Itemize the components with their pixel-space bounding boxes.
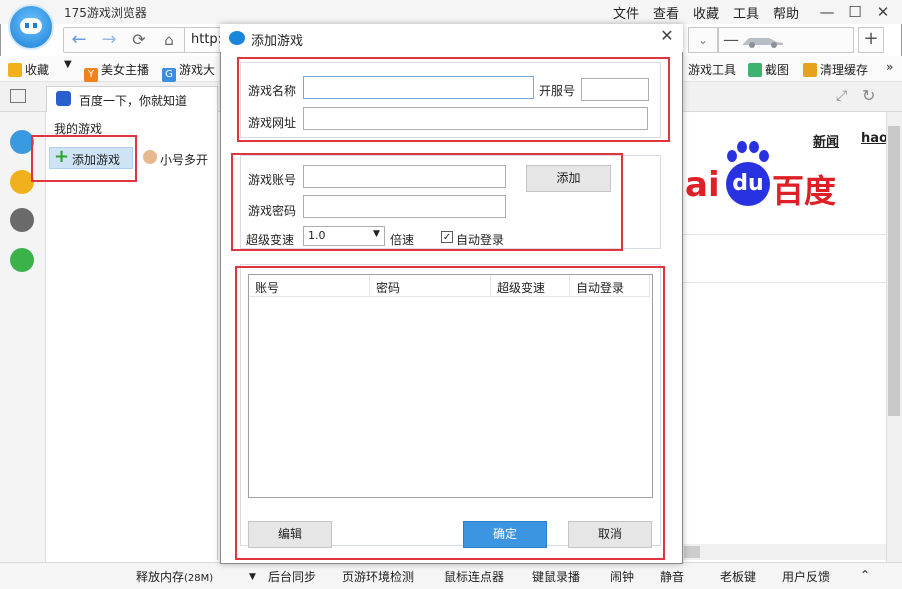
dialog-close-icon[interactable]: ✕ (657, 26, 677, 46)
maximize-icon[interactable]: ☐ (842, 1, 868, 23)
address-bar[interactable]: http: (184, 27, 224, 53)
status-env-check[interactable]: 页游环境检测 (342, 568, 414, 585)
baidu-logo-text-left: ai (685, 165, 720, 205)
status-alarm[interactable]: 闹钟 (610, 568, 634, 585)
bookmark-beauty-streams[interactable]: Y 美女主播 (84, 61, 149, 82)
status-dropdown-icon[interactable]: ▼ (249, 572, 256, 582)
highlight-game-info (237, 57, 670, 142)
close-window-icon[interactable]: ✕ (870, 1, 896, 23)
toolbar-clear-cache[interactable]: 清理缓存 (803, 61, 868, 78)
divider (682, 282, 886, 283)
history-clock-icon[interactable] (10, 208, 34, 232)
minimize-icon[interactable]: — (814, 1, 840, 23)
baidu-link-hao[interactable]: hao (861, 131, 888, 146)
tab-baidu[interactable]: 百度一下，你就知道 (46, 86, 218, 112)
menu-view[interactable]: 查看 (653, 3, 679, 22)
baidu-paw-logo: du (726, 162, 770, 206)
horizontal-scrollbar[interactable] (682, 544, 886, 560)
baidu-paw-icon (727, 141, 769, 162)
back-icon[interactable]: ← (64, 28, 94, 52)
status-feedback[interactable]: 用户反馈 (782, 568, 830, 585)
toolbar-game-tools[interactable]: 游戏工具 (688, 61, 736, 78)
home-icon[interactable]: ⌂ (154, 28, 184, 52)
menu-help[interactable]: 帮助 (773, 3, 799, 22)
highlight-account (231, 153, 623, 251)
status-mute[interactable]: 静音 (660, 568, 684, 585)
highlight-account-list (235, 266, 665, 560)
multi-account-icon (143, 150, 157, 164)
status-background-sync[interactable]: 后台同步 (268, 568, 316, 585)
bookmark-dropdown-icon[interactable]: ▼ (64, 59, 72, 70)
vertical-scrollbar-thumb[interactable] (888, 126, 900, 416)
y-icon: Y (84, 68, 98, 82)
horizontal-scrollbar-thumb[interactable] (684, 546, 700, 558)
browser-logo[interactable] (8, 4, 54, 50)
baidu-favicon-icon (56, 91, 71, 106)
star-icon (8, 63, 22, 77)
baidu-logo-text-right: 百度 (772, 172, 837, 210)
status-macro-recorder[interactable]: 键鼠录播 (532, 568, 580, 585)
app-title: 175游戏浏览器 (64, 6, 147, 20)
restore-icon[interactable]: ↻ (862, 86, 875, 105)
fullscreen-icon[interactable]: ⤢ (836, 88, 847, 104)
car-speed-icon (743, 38, 783, 48)
wechat-icon[interactable] (10, 248, 34, 272)
new-tab-plus-icon[interactable]: + (858, 27, 884, 53)
zoom-out-icon[interactable]: — (723, 30, 739, 49)
status-expand-icon[interactable]: ⌃ (860, 568, 870, 582)
dialog-logo-icon (229, 31, 245, 45)
forward-icon[interactable]: → (94, 28, 124, 52)
divider (682, 234, 886, 235)
zoom-control[interactable]: — (718, 27, 854, 53)
refresh-icon[interactable]: ⟳ (124, 28, 154, 52)
menu-tools[interactable]: 工具 (733, 3, 759, 22)
logo-eyes-icon (25, 23, 37, 28)
sidebar-toggle-icon[interactable] (10, 89, 26, 103)
status-boss-key[interactable]: 老板键 (720, 568, 756, 585)
highlight-add-game (31, 135, 137, 182)
bookmark-game-hub[interactable]: G 游戏大 (162, 61, 215, 82)
toolbar-screenshot[interactable]: 截图 (748, 61, 789, 78)
chevron-down-icon[interactable]: ⌄ (688, 27, 718, 53)
nav-button-group: ← → ⟳ ⌂ (63, 27, 185, 53)
menu-file[interactable]: 文件 (613, 3, 639, 22)
bookmarks-more-icon[interactable]: » (886, 60, 893, 74)
dialog-title: 添加游戏 (251, 34, 304, 49)
screenshot-icon (748, 63, 762, 77)
bookmark-favorites[interactable]: 收藏 (8, 61, 49, 78)
status-auto-clicker[interactable]: 鼠标连点器 (444, 568, 504, 585)
g-icon: G (162, 68, 176, 82)
broom-icon (803, 63, 817, 77)
baidu-link-news[interactable]: 新闻 (813, 131, 839, 150)
menu-favorites[interactable]: 收藏 (693, 3, 719, 22)
status-free-memory[interactable]: 释放内存(28M) (136, 568, 213, 585)
multi-open-button[interactable]: 小号多开 (160, 151, 208, 168)
